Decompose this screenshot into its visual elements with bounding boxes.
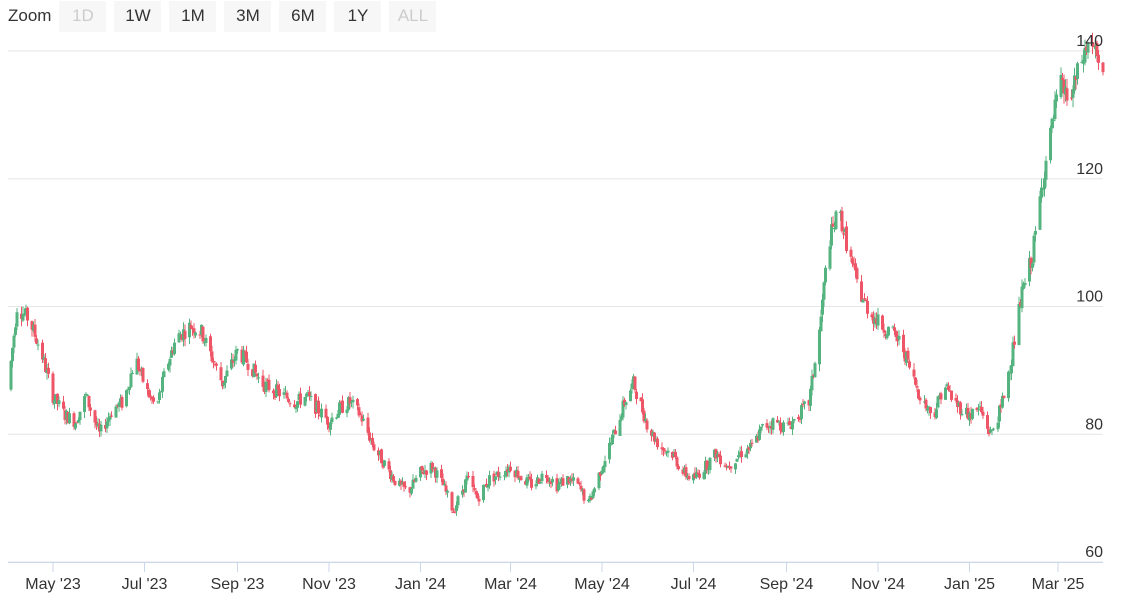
candle bbox=[393, 480, 397, 487]
candle bbox=[1001, 392, 1004, 409]
candle bbox=[971, 408, 974, 421]
candle bbox=[341, 395, 344, 414]
candle bbox=[950, 390, 953, 402]
candle bbox=[813, 361, 817, 378]
x-tick-label: Mar '24 bbox=[484, 576, 537, 593]
x-axis: May '23 Jul '23 Sep '23 Nov '23 Jan '24 Mar '… bbox=[8, 562, 1103, 593]
x-tick-label: Jan '24 bbox=[395, 576, 446, 593]
candle bbox=[414, 474, 418, 483]
candle bbox=[141, 367, 145, 384]
candle bbox=[887, 326, 890, 337]
candle bbox=[320, 403, 323, 423]
candle bbox=[782, 420, 785, 436]
y-tick-label: 140 bbox=[1076, 33, 1103, 50]
y-axis: 60 80 100 120 140 bbox=[1076, 33, 1103, 561]
x-tick-label: Sep '23 bbox=[211, 576, 265, 593]
x-tick-label: Mar '25 bbox=[1032, 576, 1085, 593]
candle bbox=[734, 463, 737, 474]
candle bbox=[26, 306, 29, 327]
y-tick-label: 100 bbox=[1076, 289, 1103, 306]
candle bbox=[818, 326, 821, 372]
x-tick-label: Nov '24 bbox=[851, 576, 905, 593]
candle bbox=[845, 221, 848, 254]
candle bbox=[834, 209, 838, 230]
candle bbox=[944, 386, 947, 401]
candle bbox=[582, 487, 586, 504]
x-tick-label: Jan '25 bbox=[944, 576, 995, 593]
x-tick-label: Nov '23 bbox=[302, 576, 356, 593]
candle bbox=[162, 368, 166, 378]
candle bbox=[561, 474, 565, 486]
candle bbox=[225, 365, 229, 377]
x-tick-label: May '24 bbox=[574, 576, 630, 593]
candles bbox=[9, 32, 1105, 516]
candle bbox=[936, 395, 940, 409]
candle bbox=[855, 266, 859, 283]
candle bbox=[824, 265, 827, 286]
candle bbox=[509, 461, 512, 473]
x-tick-label: Jul '24 bbox=[671, 576, 717, 593]
y-tick-label: 80 bbox=[1085, 416, 1103, 433]
candle bbox=[299, 387, 302, 409]
candle bbox=[929, 406, 932, 419]
candle bbox=[219, 362, 223, 381]
candle bbox=[482, 484, 485, 503]
candlestick-chart[interactable]: 60 80 100 120 140 May '23 Jul '23 Sep '23 Nov '… bbox=[0, 0, 1124, 605]
candle bbox=[939, 391, 943, 405]
candle bbox=[267, 374, 271, 393]
x-tick-label: May '23 bbox=[25, 576, 81, 593]
candle bbox=[120, 394, 124, 411]
candle bbox=[173, 338, 176, 356]
x-tick-label: Jul '23 bbox=[122, 576, 168, 593]
candle bbox=[860, 274, 863, 303]
candle bbox=[68, 407, 71, 425]
candle bbox=[254, 360, 257, 374]
y-tick-label: 60 bbox=[1085, 544, 1103, 561]
x-tick-label: Sep '24 bbox=[760, 576, 814, 593]
candle bbox=[1059, 67, 1063, 100]
y-tick-label: 120 bbox=[1076, 161, 1103, 178]
candle bbox=[1101, 61, 1105, 76]
candle bbox=[912, 363, 916, 380]
candle bbox=[201, 325, 205, 344]
